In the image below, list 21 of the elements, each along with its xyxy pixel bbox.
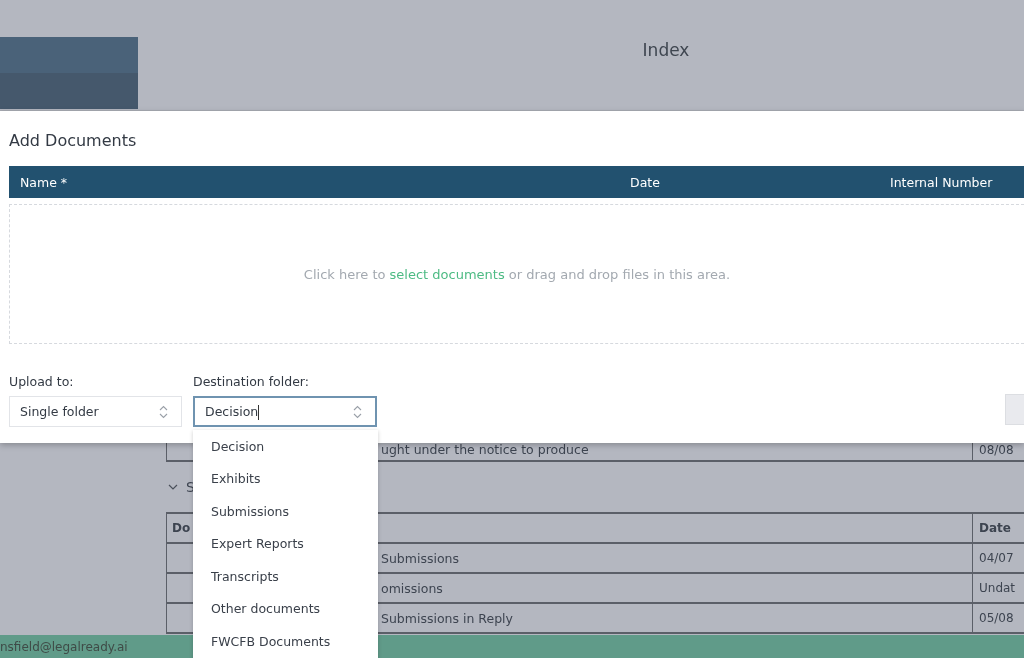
dropdown-option[interactable]: Exhibits (193, 462, 378, 495)
field-label: Upload to: (9, 374, 75, 389)
drop-zone-text: Click here to select documents or drag and drop files in this area. (303, 266, 731, 282)
table-cell-text: 08/08 (978, 442, 1014, 459)
select-caret-icon (353, 404, 362, 419)
dropdown-option[interactable]: Decision (193, 430, 378, 463)
select-caret-icon (159, 404, 168, 419)
upload-to-select[interactable]: Single folder (9, 396, 182, 427)
table-cell-text: Undat (978, 580, 1016, 597)
destination-folder-select[interactable]: Decision (193, 396, 377, 427)
column-header: Date (978, 520, 1011, 537)
column-header: Name * (19, 174, 69, 190)
dialog-title: Add Documents (9, 130, 138, 152)
chevron-down-icon[interactable] (168, 484, 178, 490)
table-cell-text: 05/08 (978, 610, 1014, 627)
table-cell-text: 04/07 (978, 550, 1014, 567)
page-title: Index (641, 39, 691, 60)
column-header: Date (630, 174, 661, 190)
field-label: Destination folder: (193, 374, 310, 389)
column-header: Internal Number (890, 174, 993, 190)
user-email: nsfield@legalready.ai (0, 639, 128, 654)
